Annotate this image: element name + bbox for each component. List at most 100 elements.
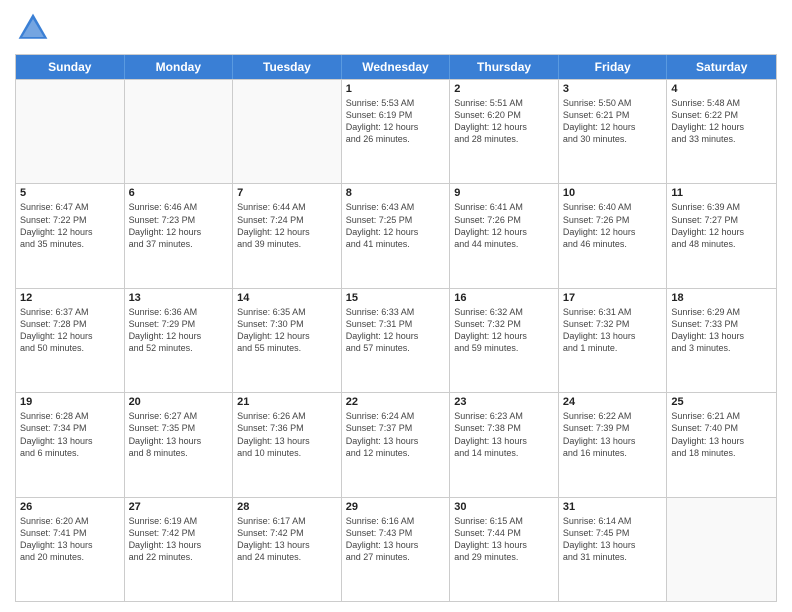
cell-day-number: 3 [563,83,663,95]
cell-info: Sunrise: 6:36 AM Sunset: 7:29 PM Dayligh… [129,306,229,355]
table-row: 8 Sunrise: 6:43 AM Sunset: 7:25 PM Daylig… [342,184,451,287]
table-row: 27 Sunrise: 6:19 AM Sunset: 7:42 PM Dayli… [125,498,234,601]
table-row: 23Sunrise: 6:23 AM Sunset: 7:38 PM Dayli… [450,393,559,496]
cell-day-number: 27 [129,501,229,513]
cell-day-number: 12 [20,292,120,304]
cell-info: Sunrise: 6:43 AM Sunset: 7:25 PM Dayligh… [346,201,446,250]
cell-info: Sunrise: 6:29 AM Sunset: 7:33 PM Dayligh… [671,306,772,355]
table-row: 29 Sunrise: 6:16 AM Sunset: 7:43 PM Dayli… [342,498,451,601]
cell-day-number: 16 [454,292,554,304]
cell-day-number: 8 [346,187,446,199]
cell-day-number: 11 [671,187,772,199]
cell-day-number: 17 [563,292,663,304]
table-row: 15 Sunrise: 6:33 AM Sunset: 7:31 PM Dayli… [342,289,451,392]
page: SundayMondayTuesdayWednesdayThursdayFrid… [0,0,792,612]
calendar-header-row: SundayMondayTuesdayWednesdayThursdayFrid… [16,55,776,79]
logo [15,10,55,46]
table-row: 28Sunrise: 6:17 AM Sunset: 7:42 PM Dayli… [233,498,342,601]
cell-day-number: 21 [237,396,337,408]
cell-day-number: 13 [129,292,229,304]
logo-icon [15,10,51,46]
table-row: 19 Sunrise: 6:28 AM Sunset: 7:34 PM Dayli… [16,393,125,496]
cell-day-number: 18 [671,292,772,304]
cell-day-number: 9 [454,187,554,199]
table-row: 2 Sunrise: 5:51 AM Sunset: 6:20 PM Daylig… [450,80,559,183]
table-row: 9 Sunrise: 6:41 AM Sunset: 7:26 PM Daylig… [450,184,559,287]
cell-info: Sunrise: 6:39 AM Sunset: 7:27 PM Dayligh… [671,201,772,250]
cal-header-monday: Monday [125,55,234,79]
table-row: 25 Sunrise: 6:21 AM Sunset: 7:40 PM Dayli… [667,393,776,496]
table-row: 3Sunrise: 5:50 AM Sunset: 6:21 PM Daylig… [559,80,668,183]
table-row [233,80,342,183]
table-row: 24 Sunrise: 6:22 AM Sunset: 7:39 PM Dayli… [559,393,668,496]
table-row: 17 Sunrise: 6:31 AM Sunset: 7:32 PM Dayli… [559,289,668,392]
cell-info: Sunrise: 5:51 AM Sunset: 6:20 PM Dayligh… [454,97,554,146]
cell-info: Sunrise: 6:44 AM Sunset: 7:24 PM Dayligh… [237,201,337,250]
cell-info: Sunrise: 6:24 AM Sunset: 7:37 PM Dayligh… [346,410,446,459]
table-row: 13 Sunrise: 6:36 AM Sunset: 7:29 PM Dayli… [125,289,234,392]
table-row: 7 Sunrise: 6:44 AM Sunset: 7:24 PM Daylig… [233,184,342,287]
table-row: 22Sunrise: 6:24 AM Sunset: 7:37 PM Dayli… [342,393,451,496]
cell-day-number: 14 [237,292,337,304]
table-row [125,80,234,183]
table-row: 30Sunrise: 6:15 AM Sunset: 7:44 PM Dayli… [450,498,559,601]
table-row: 12 Sunrise: 6:37 AM Sunset: 7:28 PM Dayli… [16,289,125,392]
table-row: 26Sunrise: 6:20 AM Sunset: 7:41 PM Dayli… [16,498,125,601]
cell-day-number: 2 [454,83,554,95]
cal-header-wednesday: Wednesday [342,55,451,79]
cell-info: Sunrise: 6:22 AM Sunset: 7:39 PM Dayligh… [563,410,663,459]
cell-info: Sunrise: 6:37 AM Sunset: 7:28 PM Dayligh… [20,306,120,355]
cell-day-number: 7 [237,187,337,199]
cell-info: Sunrise: 6:40 AM Sunset: 7:26 PM Dayligh… [563,201,663,250]
cell-info: Sunrise: 6:32 AM Sunset: 7:32 PM Dayligh… [454,306,554,355]
cell-info: Sunrise: 5:53 AM Sunset: 6:19 PM Dayligh… [346,97,446,146]
table-row [16,80,125,183]
cell-day-number: 25 [671,396,772,408]
cell-day-number: 19 [20,396,120,408]
cal-header-saturday: Saturday [667,55,776,79]
table-row: 6Sunrise: 6:46 AM Sunset: 7:23 PM Daylig… [125,184,234,287]
cell-day-number: 24 [563,396,663,408]
cell-day-number: 1 [346,83,446,95]
cell-day-number: 31 [563,501,663,513]
header [15,10,777,46]
cell-day-number: 6 [129,187,229,199]
cell-day-number: 26 [20,501,120,513]
cell-info: Sunrise: 6:41 AM Sunset: 7:26 PM Dayligh… [454,201,554,250]
cell-info: Sunrise: 6:14 AM Sunset: 7:45 PM Dayligh… [563,515,663,564]
cell-info: Sunrise: 6:15 AM Sunset: 7:44 PM Dayligh… [454,515,554,564]
table-row [667,498,776,601]
cell-info: Sunrise: 6:26 AM Sunset: 7:36 PM Dayligh… [237,410,337,459]
cal-header-friday: Friday [559,55,668,79]
calendar: SundayMondayTuesdayWednesdayThursdayFrid… [15,54,777,602]
table-row: 10 Sunrise: 6:40 AM Sunset: 7:26 PM Dayli… [559,184,668,287]
table-row: 18 Sunrise: 6:29 AM Sunset: 7:33 PM Dayli… [667,289,776,392]
calendar-week-1: 1 Sunrise: 5:53 AM Sunset: 6:19 PM Daylig… [16,79,776,183]
cell-info: Sunrise: 6:27 AM Sunset: 7:35 PM Dayligh… [129,410,229,459]
calendar-body: 1 Sunrise: 5:53 AM Sunset: 6:19 PM Daylig… [16,79,776,601]
cell-info: Sunrise: 6:16 AM Sunset: 7:43 PM Dayligh… [346,515,446,564]
cell-info: Sunrise: 6:47 AM Sunset: 7:22 PM Dayligh… [20,201,120,250]
table-row: 14 Sunrise: 6:35 AM Sunset: 7:30 PM Dayli… [233,289,342,392]
table-row: 31 Sunrise: 6:14 AM Sunset: 7:45 PM Dayli… [559,498,668,601]
cell-day-number: 5 [20,187,120,199]
cell-info: Sunrise: 6:28 AM Sunset: 7:34 PM Dayligh… [20,410,120,459]
cell-day-number: 15 [346,292,446,304]
cal-header-thursday: Thursday [450,55,559,79]
cell-day-number: 29 [346,501,446,513]
cell-info: Sunrise: 6:23 AM Sunset: 7:38 PM Dayligh… [454,410,554,459]
cell-day-number: 10 [563,187,663,199]
table-row: 11 Sunrise: 6:39 AM Sunset: 7:27 PM Dayli… [667,184,776,287]
cell-info: Sunrise: 6:31 AM Sunset: 7:32 PM Dayligh… [563,306,663,355]
table-row: 1 Sunrise: 5:53 AM Sunset: 6:19 PM Daylig… [342,80,451,183]
cell-info: Sunrise: 5:48 AM Sunset: 6:22 PM Dayligh… [671,97,772,146]
cell-info: Sunrise: 6:33 AM Sunset: 7:31 PM Dayligh… [346,306,446,355]
cell-info: Sunrise: 6:35 AM Sunset: 7:30 PM Dayligh… [237,306,337,355]
cell-info: Sunrise: 6:21 AM Sunset: 7:40 PM Dayligh… [671,410,772,459]
cell-day-number: 4 [671,83,772,95]
cell-info: Sunrise: 6:17 AM Sunset: 7:42 PM Dayligh… [237,515,337,564]
table-row: 5 Sunrise: 6:47 AM Sunset: 7:22 PM Daylig… [16,184,125,287]
cell-info: Sunrise: 6:19 AM Sunset: 7:42 PM Dayligh… [129,515,229,564]
calendar-week-3: 12 Sunrise: 6:37 AM Sunset: 7:28 PM Dayli… [16,288,776,392]
calendar-week-5: 26Sunrise: 6:20 AM Sunset: 7:41 PM Dayli… [16,497,776,601]
